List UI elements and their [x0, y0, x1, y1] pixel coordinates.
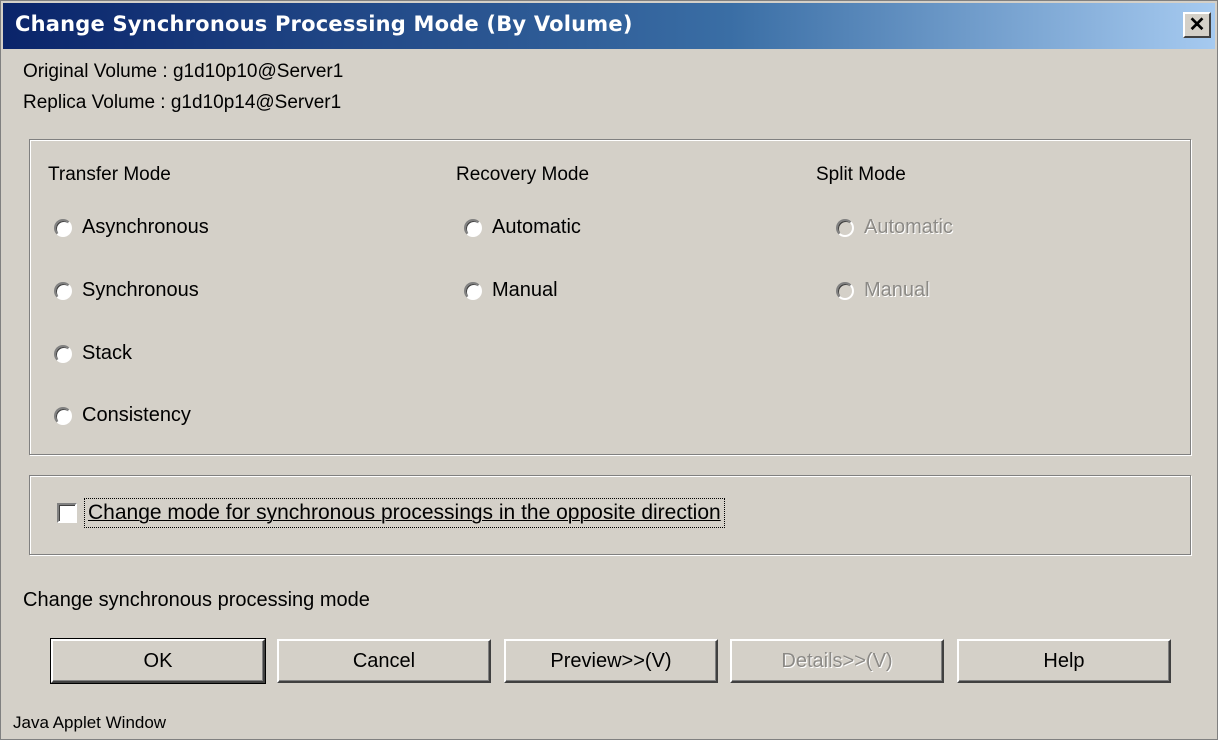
radio-recovery-automatic[interactable]: Automatic [464, 216, 581, 239]
close-icon: ✕ [1188, 14, 1206, 36]
status-text: Change synchronous processing mode [23, 589, 370, 611]
original-volume-label: Original Volume : g1d10p10@Server1 [23, 61, 344, 82]
radio-button[interactable] [54, 406, 72, 425]
close-button[interactable]: ✕ [1183, 12, 1211, 38]
opposite-direction-option[interactable]: Change mode for synchronous processings … [57, 498, 725, 528]
radio-label: Stack [82, 342, 133, 364]
recovery-mode-header: Recovery Mode [456, 164, 590, 185]
dialog-window: Change Synchronous Processing Mode (By V… [0, 0, 1218, 740]
radio-button [836, 218, 854, 237]
details-button: Details>>(V) [730, 639, 944, 683]
radio-label: Asynchronous [82, 216, 209, 238]
ok-button[interactable]: OK [50, 638, 266, 684]
mode-group: Transfer Mode Recovery Mode Split Mode A… [29, 139, 1191, 455]
radio-button[interactable] [54, 344, 72, 363]
window-title: Change Synchronous Processing Mode (By V… [15, 12, 633, 36]
title-bar[interactable]: Change Synchronous Processing Mode (By V… [3, 3, 1215, 49]
radio-label: Synchronous [82, 279, 199, 301]
radio-label: Consistency [82, 404, 191, 426]
radio-split-manual: Manual [836, 279, 930, 302]
radio-button[interactable] [464, 281, 482, 300]
help-button[interactable]: Help [957, 639, 1171, 683]
cancel-button[interactable]: Cancel [277, 639, 491, 683]
radio-label: Automatic [492, 216, 581, 238]
transfer-mode-header: Transfer Mode [48, 164, 171, 185]
radio-label: Manual [864, 279, 930, 301]
preview-button[interactable]: Preview>>(V) [504, 639, 718, 683]
opposite-direction-label: Change mode for synchronous processings … [84, 498, 725, 528]
opposite-direction-checkbox[interactable] [57, 503, 77, 523]
radio-transfer-asynchronous[interactable]: Asynchronous [54, 216, 209, 239]
radio-transfer-consistency[interactable]: Consistency [54, 404, 191, 427]
radio-label: Automatic [864, 216, 953, 238]
radio-button[interactable] [54, 218, 72, 237]
radio-label: Manual [492, 279, 558, 301]
split-mode-header: Split Mode [816, 164, 906, 185]
radio-button [836, 281, 854, 300]
applet-footer: Java Applet Window [13, 713, 167, 732]
radio-transfer-synchronous[interactable]: Synchronous [54, 279, 199, 302]
radio-button[interactable] [464, 218, 482, 237]
radio-transfer-stack[interactable]: Stack [54, 342, 132, 365]
radio-button[interactable] [54, 281, 72, 300]
radio-split-automatic: Automatic [836, 216, 953, 239]
radio-recovery-manual[interactable]: Manual [464, 279, 558, 302]
replica-volume-label: Replica Volume : g1d10p14@Server1 [23, 92, 342, 113]
